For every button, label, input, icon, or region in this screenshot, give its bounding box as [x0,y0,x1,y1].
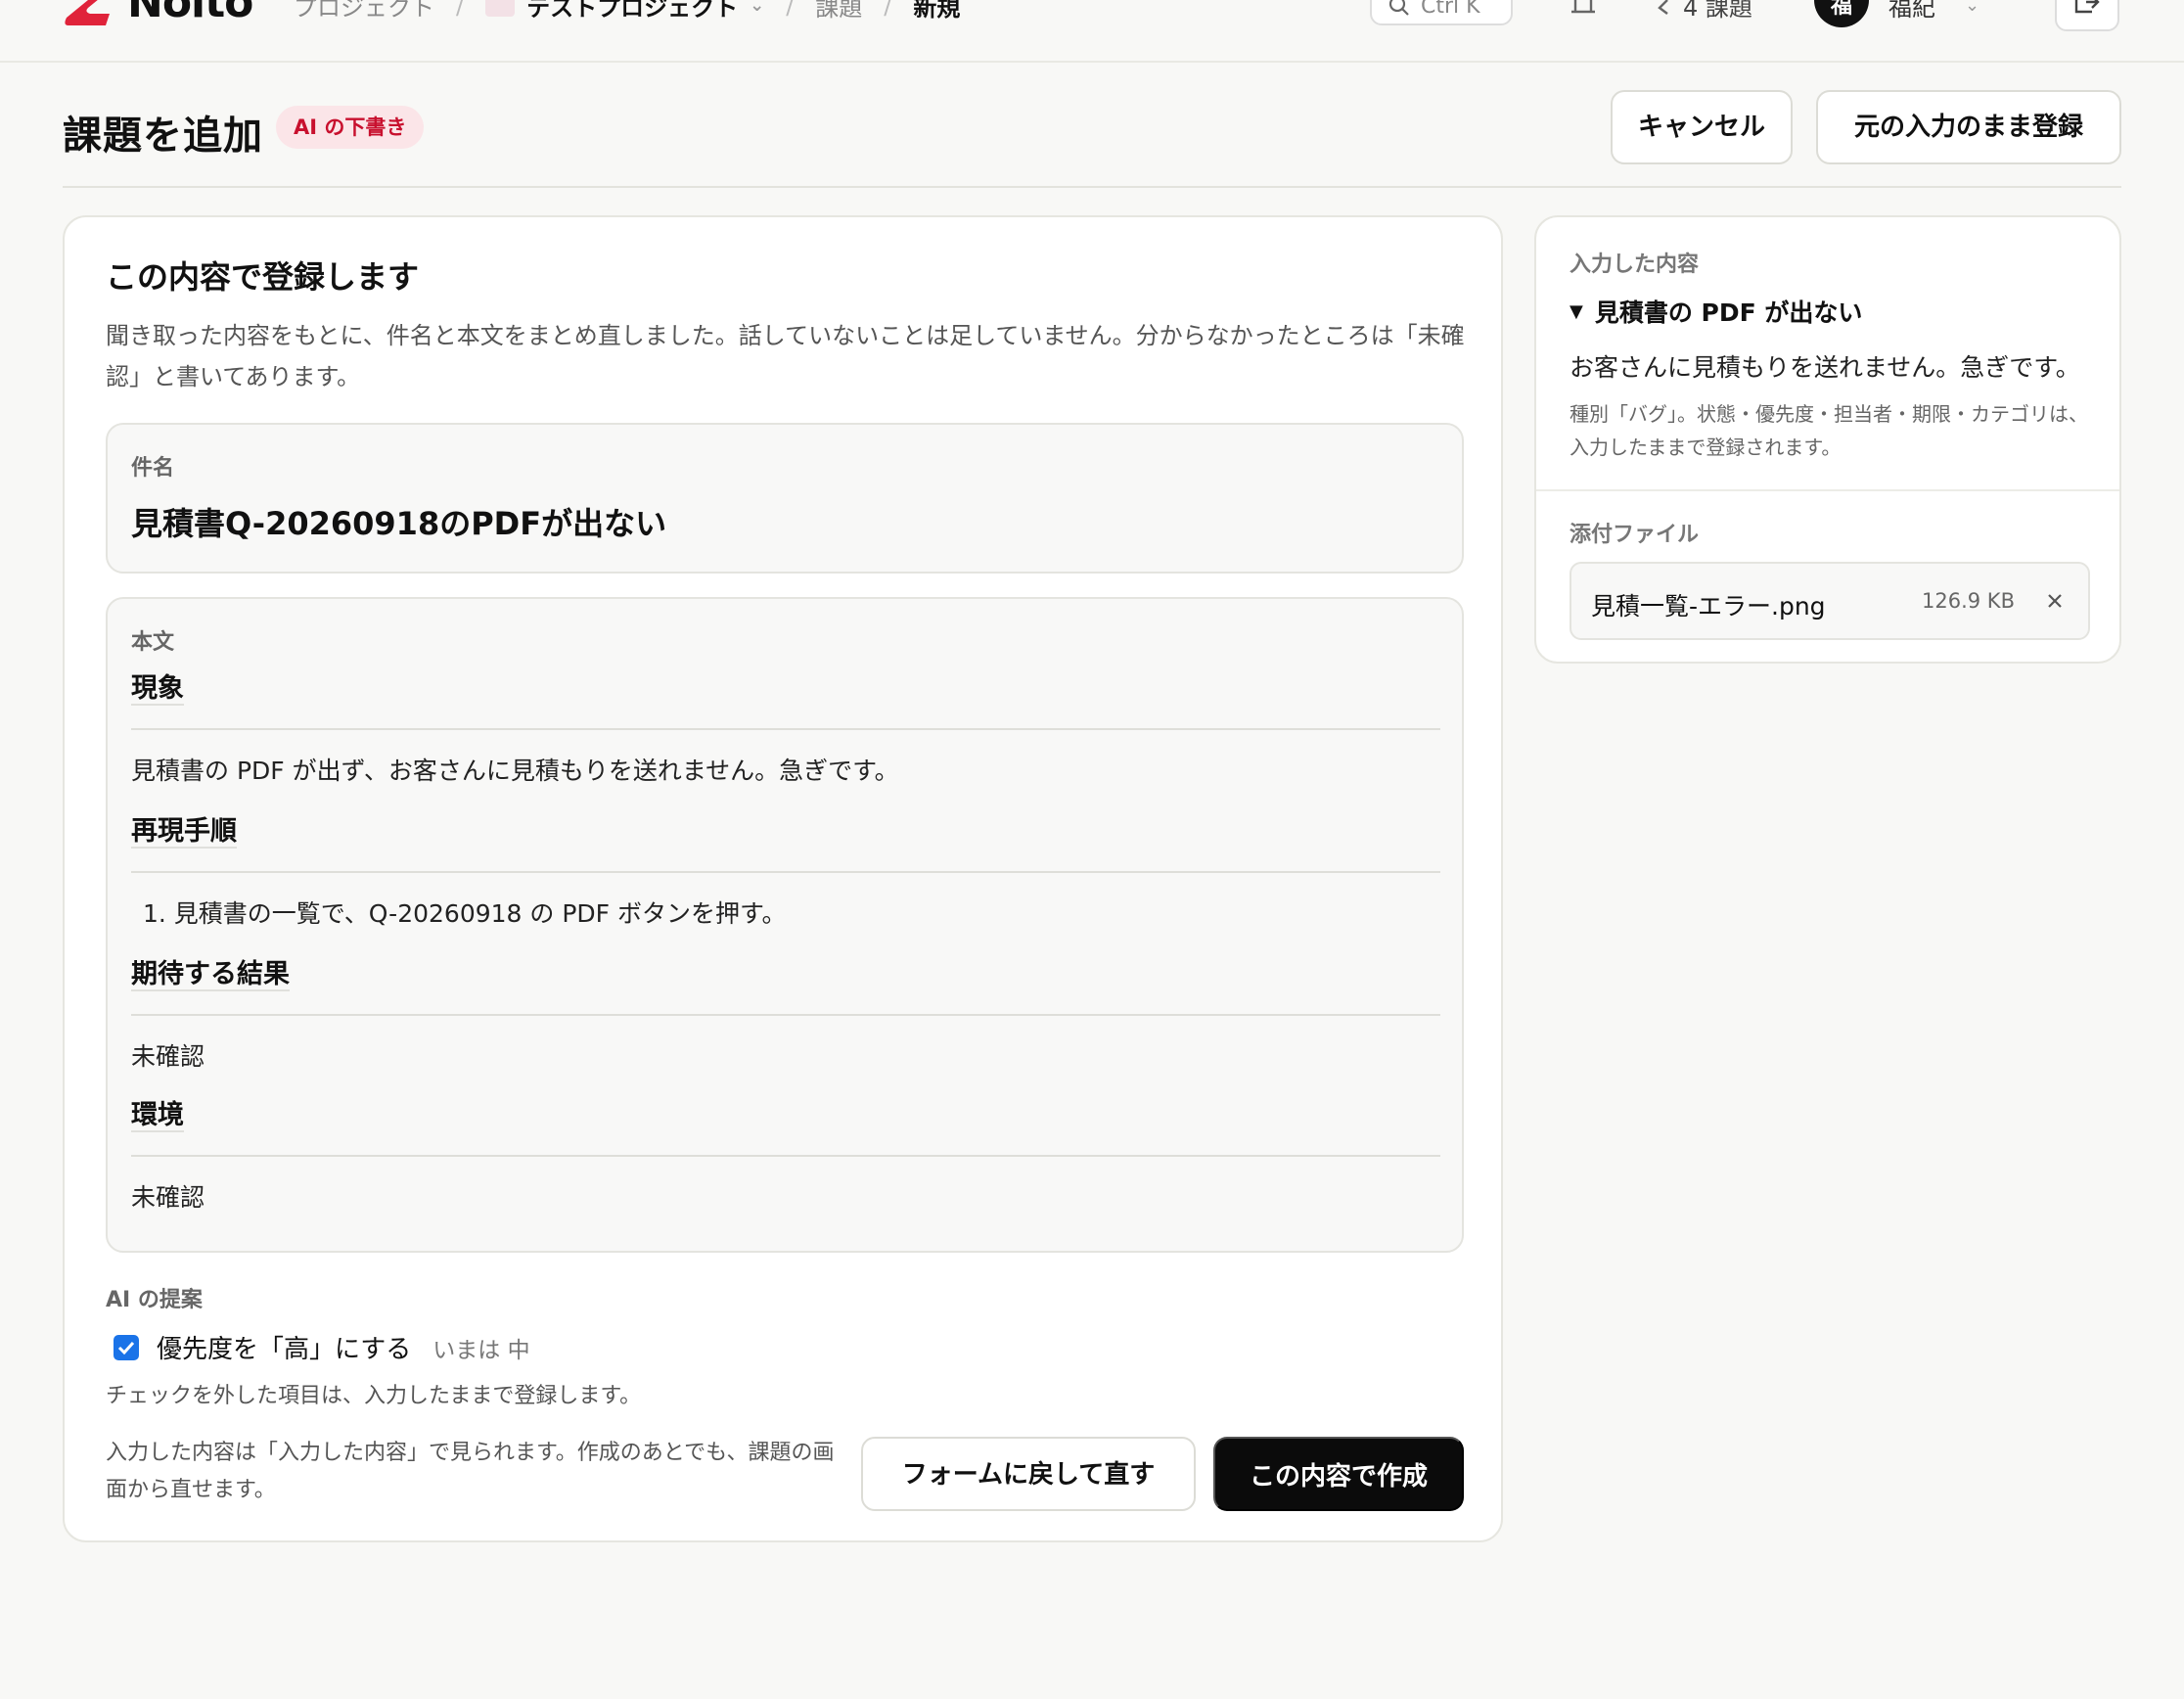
panel-divider [1536,489,2119,491]
input-subject-toggle[interactable]: ▼ 見積書の PDF が出ない [1570,294,1862,329]
card-title: この内容で登録します [106,258,420,296]
my-tasks-icon [1658,0,1668,15]
logout-icon [2074,0,2100,14]
attachments-label: 添付ファイル [1570,523,1700,547]
top-navigation-bar: Noito プロジェクト / テストプロジェクト ⌄ / 課題 / 新規 Ctr… [0,0,2184,63]
input-note: 種別「バグ」。状態・優先度・担当者・期限・カテゴリは、入力したままで登録されます… [1570,402,2088,459]
triangle-down-icon: ▼ [1570,300,1583,322]
section-text: 未確認 [131,1183,205,1212]
breadcrumb-separator: / [786,0,795,20]
project-icon [485,0,516,17]
body-section-environment: 環境 未確認 [131,1096,1440,1214]
original-input-panel: 入力した内容 ▼ 見積書の PDF が出ない お客さんに見積もりを送れません。急… [1534,215,2121,664]
notifications-button[interactable] [1568,0,1603,16]
logout-button[interactable] [2055,0,2119,31]
logo-text: Noito [127,0,253,27]
project-name: テストプロジェクト [526,0,739,22]
section-text: 1. 見積書の一覧で、Q-20260918 の PDF ボタンを押す。 [143,899,787,928]
uncheck-note: チェックを外した項目は、入力したままで登録します。 [106,1384,642,1408]
ai-suggestion-label: AI の提案 [106,1288,203,1312]
breadcrumb-issues[interactable]: 課題 [815,0,862,23]
priority-suggestion-checkbox[interactable] [114,1334,139,1360]
section-heading: 環境 [131,1100,184,1132]
body-label: 本文 [131,630,175,655]
input-body: お客さんに見積もりを送れません。急ぎです。 [1570,353,2080,382]
logo-mark-icon [65,0,110,25]
body-field[interactable]: 本文 現象 見積書の PDF が出ず、お客さんに見積もりを送れません。急ぎです。… [106,597,1464,1253]
attachment-item[interactable]: 見積一覧-エラー.png 126.9 KB [1570,562,2090,640]
close-icon[interactable] [2041,587,2069,615]
cancel-button[interactable]: キャンセル [1611,90,1793,164]
priority-suggestion: 優先度を「高」にする いまは 中 [114,1329,530,1365]
chevron-down-icon: ⌄ [750,0,765,16]
section-heading: 期待する結果 [131,959,290,991]
page-title: 課題を追加 [63,114,263,159]
section-text: 見積書の PDF が出ず、お客さんに見積もりを送れません。急ぎです。 [131,757,899,785]
register-raw-button[interactable]: 元の入力のまま登録 [1816,90,2121,164]
subject-field[interactable]: 件名 見積書Q-20260918のPDFが出ない [106,423,1464,574]
create-issue-button[interactable]: この内容で作成 [1213,1437,1464,1511]
header-divider [63,186,2121,188]
attachment-name: 見積一覧-エラー.png [1591,592,1826,620]
chevron-down-icon: ⌄ [1965,0,1980,16]
subject-label: 件名 [131,456,175,481]
suggestion-current-value: いまは 中 [432,1337,530,1363]
body-section-steps: 再現手順 1. 見積書の一覧で、Q-20260918 の PDF ボタンを押す。 [131,812,1440,930]
section-text: 未確認 [131,1042,205,1071]
my-tasks-label: 4 課題 [1683,0,1752,22]
breadcrumb-separator: / [456,0,465,20]
avatar[interactable]: 福 [1814,0,1869,27]
input-subject: 見積書の PDF が出ない [1594,298,1863,327]
input-content-label: 入力した内容 [1570,253,1700,277]
card-description: 聞き取った内容をもとに、件名と本文をまとめ直しました。話していないことは足してい… [106,322,1465,390]
my-tasks-link[interactable]: 4 課題 [1656,0,1752,23]
breadcrumb-current: 新規 [913,0,961,22]
search-icon [1388,0,1409,16]
subject-value: 見積書Q-20260918のPDFが出ない [131,505,667,542]
footer-note: 入力した内容は「入力した内容」で見られます。作成のあとでも、課題の画面から直せま… [106,1441,835,1502]
user-name: 福紀 [1888,0,1935,22]
breadcrumb: プロジェクト / テストプロジェクト ⌄ / 課題 / 新規 [294,0,960,23]
body-section-expected: 期待する結果 未確認 [131,955,1440,1073]
bell-icon [1571,0,1595,14]
suggestion-text: 優先度を「高」にする [157,1335,412,1364]
search-input[interactable]: Ctrl K [1370,0,1513,25]
section-heading: 再現手順 [131,816,237,849]
project-switcher[interactable]: テストプロジェクト ⌄ [485,0,764,23]
breadcrumb-projects[interactable]: プロジェクト [294,0,434,23]
attachment-size: 126.9 KB [1922,589,2015,613]
breadcrumb-separator: / [884,0,892,20]
section-heading: 現象 [131,673,184,706]
body-section-phenomenon: 現象 見積書の PDF が出ず、お客さんに見積もりを送れません。急ぎです。 [131,669,1440,787]
draft-review-card: この内容で登録します 聞き取った内容をもとに、件名と本文をまとめ直しました。話し… [63,215,1503,1542]
user-menu[interactable]: 福紀 ⌄ [1888,0,1979,23]
app-logo[interactable]: Noito [61,0,253,27]
back-to-form-button[interactable]: フォームに戻して直す [861,1437,1196,1511]
ai-draft-badge: AI の下書き [276,106,425,149]
search-shortcut: Ctrl K [1421,0,1480,19]
check-icon [117,1341,135,1355]
